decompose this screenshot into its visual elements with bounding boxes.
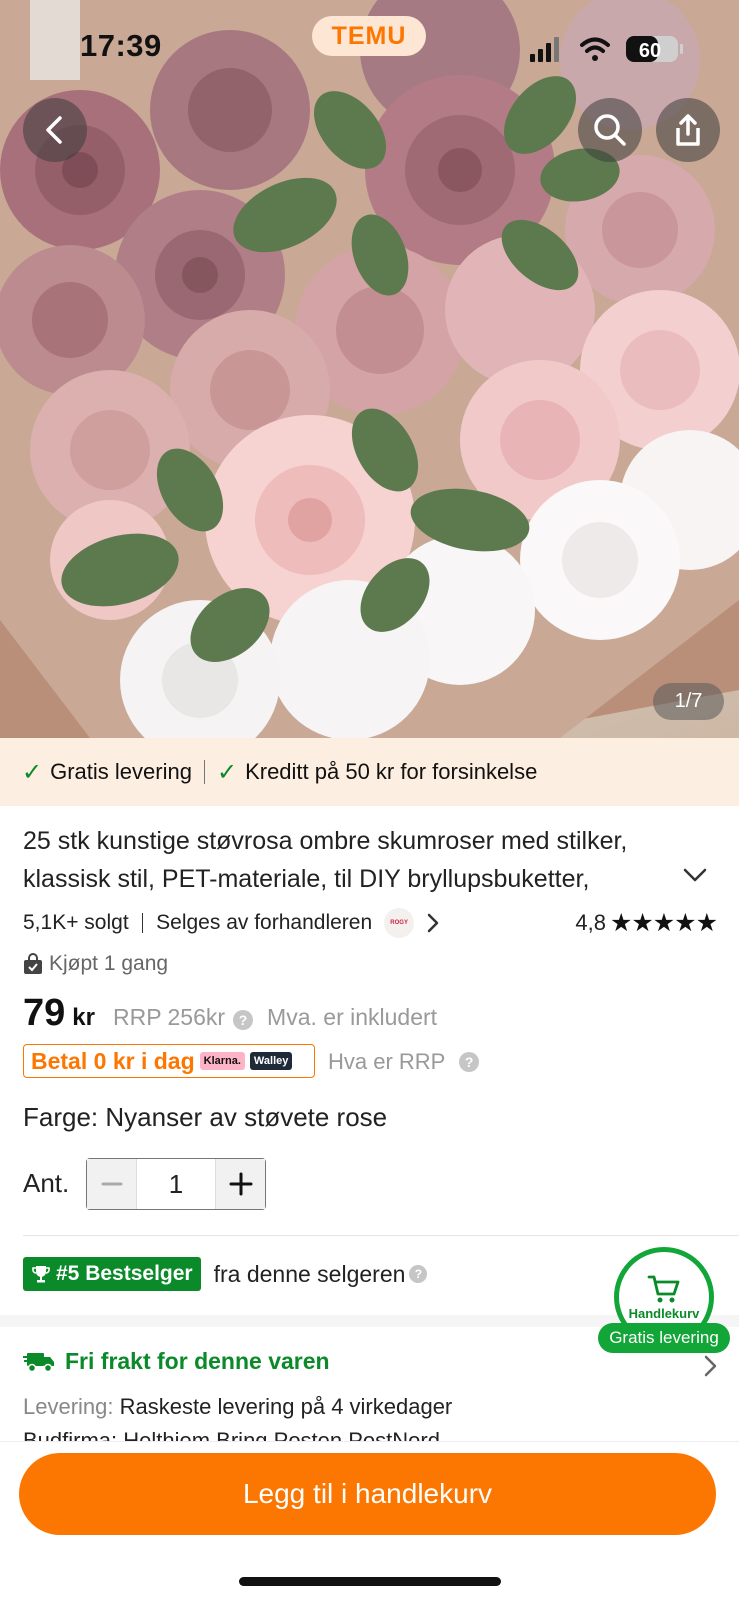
- meta-divider: [141, 913, 144, 933]
- search-icon: [594, 114, 626, 146]
- free-shipping-row[interactable]: Fri frakt for denne varen: [23, 1348, 330, 1375]
- share-button[interactable]: [656, 98, 720, 162]
- add-to-cart-button[interactable]: Legg til i handlekurv: [19, 1453, 716, 1535]
- cart-label: Handlekurv: [628, 1305, 700, 1321]
- quantity-label: Ant.: [23, 1168, 70, 1198]
- promo-divider: [203, 760, 205, 784]
- quantity-value[interactable]: 1: [137, 1159, 215, 1209]
- vat-info: Mva. er inkludert: [267, 1004, 438, 1030]
- check-icon: ✓: [216, 758, 238, 786]
- klarna-logo: Klarna.: [199, 1052, 245, 1070]
- search-button[interactable]: [578, 98, 642, 162]
- bought-info: Kjøpt 1 gang: [23, 952, 168, 976]
- sold-count: 5,1K+ solgt: [23, 911, 129, 934]
- rrp-info-text: Hva er RRP: [328, 1049, 445, 1074]
- seller-logo: ROGY: [384, 908, 415, 938]
- wifi-icon: [580, 37, 610, 61]
- quantity-decrease-button[interactable]: [87, 1159, 137, 1209]
- price-value: 79: [23, 992, 66, 1034]
- rrp-price: RRP 256kr: [112, 1004, 226, 1030]
- shopping-bag-icon: [24, 953, 42, 974]
- battery-level: 60: [639, 40, 661, 62]
- minus-icon: [101, 1182, 122, 1186]
- help-icon[interactable]: ?: [409, 1265, 428, 1283]
- carriers-row: Budfirma: Helthjem Bring Posten PostNord: [23, 1428, 440, 1442]
- price-currency: kr: [72, 1004, 95, 1031]
- bestseller-badge: #5 Bestselger: [23, 1257, 201, 1291]
- check-icon: ✓: [22, 758, 43, 786]
- home-indicator[interactable]: [239, 1577, 501, 1586]
- delivery-value: Raskeste levering på 4 virkedager: [119, 1394, 453, 1419]
- product-image[interactable]: 17:39 TEMU 60 1/7: [0, 0, 739, 738]
- trophy-icon: [32, 1266, 50, 1283]
- help-icon: ?: [459, 1052, 480, 1072]
- quantity-increase-button[interactable]: [215, 1159, 265, 1209]
- delivery-label: Levering:: [23, 1394, 114, 1419]
- bestseller-rank: #5 Bestselger: [56, 1262, 193, 1285]
- status-time: 17:39: [80, 28, 162, 63]
- shopping-cart-icon: [647, 1275, 680, 1302]
- bestseller-row[interactable]: #5 Bestselger fra denne selgeren ?: [23, 1257, 428, 1291]
- image-counter: 1/7: [653, 683, 724, 720]
- promo-strip[interactable]: ✓ Gratis levering ✓ Kreditt på 50 kr for…: [0, 738, 739, 806]
- chevron-down-icon[interactable]: [682, 866, 708, 884]
- chevron-left-icon: [46, 116, 62, 144]
- section-divider: [23, 1235, 739, 1236]
- bestseller-text: fra denne selgeren: [213, 1260, 406, 1287]
- rating[interactable]: 4,8 ★★★★★: [575, 908, 718, 938]
- status-icons: 60: [530, 36, 683, 62]
- seller-name[interactable]: Selges av forhandleren: [156, 911, 372, 935]
- color-selection[interactable]: Farge: Nyanser av støvete rose: [23, 1102, 387, 1133]
- chevron-right-icon: [427, 913, 439, 933]
- star-rating-icon: ★★★★★: [609, 909, 718, 937]
- pay-later-box[interactable]: Betal 0 kr i dag Klarna. Walley: [23, 1044, 315, 1078]
- cart-free-delivery-badge: Gratis levering: [598, 1323, 730, 1353]
- price-row: 79 kr RRP 256kr ? Mva. er inkludert: [23, 992, 437, 1036]
- quantity-stepper[interactable]: 1: [86, 1158, 266, 1210]
- help-icon[interactable]: ?: [233, 1010, 254, 1030]
- plus-icon: [229, 1172, 252, 1196]
- product-title[interactable]: 25 stk kunstige støvrosa ombre skumroser…: [23, 822, 683, 898]
- share-icon: [676, 114, 700, 146]
- pay-later-text: Betal 0 kr i dag: [31, 1047, 195, 1074]
- rating-value: 4,8: [575, 910, 606, 935]
- rrp-info-link[interactable]: Hva er RRP ?: [328, 1049, 480, 1075]
- chevron-right-icon[interactable]: [703, 1354, 719, 1378]
- walley-logo: Walley: [249, 1052, 293, 1070]
- temu-badge: TEMU: [312, 16, 426, 56]
- back-button[interactable]: [23, 98, 87, 162]
- bought-text: Kjøpt 1 gang: [49, 952, 169, 975]
- free-shipping-text: Fri frakt for denne varen: [65, 1348, 330, 1374]
- promo-free-delivery: Gratis levering: [50, 759, 192, 784]
- cellular-signal-icon: [530, 37, 559, 62]
- delivery-truck-icon: [23, 1352, 54, 1372]
- promo-late-credit: Kreditt på 50 kr for forsinkelse: [245, 759, 538, 784]
- delivery-info: Levering: Raskeste levering på 4 virkeda…: [23, 1394, 452, 1420]
